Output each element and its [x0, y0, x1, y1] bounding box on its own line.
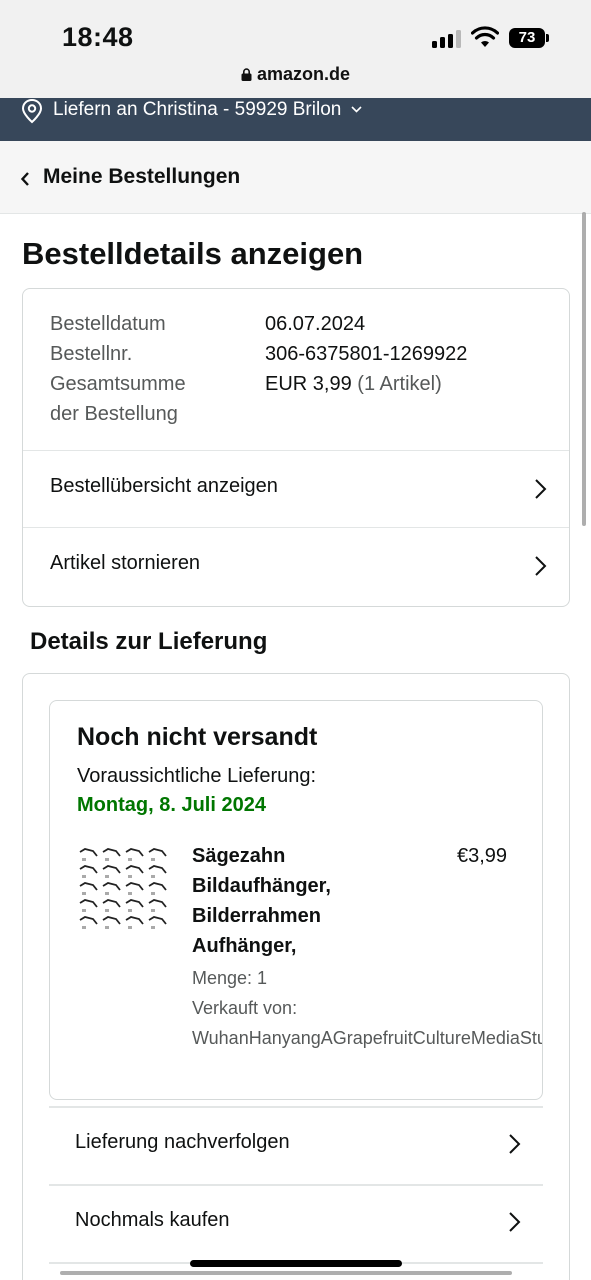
horizontal-scrollbar[interactable]: [60, 1271, 512, 1275]
product-title-line: Bilderrahmen: [192, 905, 321, 927]
chevron-right-icon: [509, 1212, 521, 1232]
signal-icon: [432, 30, 462, 48]
hanger-glyph: [125, 865, 144, 878]
delivery-section-title: Details zur Lieferung: [30, 628, 268, 655]
product-quantity: Menge: 1: [192, 968, 268, 988]
deliver-to-text: Liefern an Christina - 59929 Brilon: [53, 99, 362, 121]
vertical-scrollbar[interactable]: [582, 212, 586, 526]
view-order-summary-label: Bestellübersicht anzeigen: [50, 475, 278, 497]
product-title[interactable]: Sägezahn Bildaufhänger, Bilderrahmen Auf…: [192, 841, 422, 961]
shipment-card: Noch nicht versandt Voraussichtliche Lie…: [49, 700, 543, 1100]
hanger-glyph: [102, 899, 121, 912]
hanger-glyph: [79, 916, 98, 929]
seller-label: Verkauft von:: [192, 998, 298, 1018]
order-date-value: 06.07.2024: [265, 313, 366, 335]
order-total-items: (1 Artikel): [357, 373, 442, 395]
product-title-line: Bildaufhänger,: [192, 875, 331, 897]
product-title-line: Sägezahn: [192, 845, 286, 867]
battery-tip: [546, 34, 549, 42]
order-total-amount: EUR 3,99: [265, 373, 352, 395]
status-time: 18:48: [62, 22, 134, 52]
hanger-glyph: [102, 848, 121, 861]
hanger-glyph: [102, 882, 121, 895]
hanger-glyph: [148, 865, 167, 878]
order-total-label-1: Gesamtsumme: [50, 373, 186, 395]
lock-icon: [241, 68, 252, 81]
buy-again-link[interactable]: Nochmals kaufen: [49, 1184, 543, 1262]
url-bar[interactable]: amazon.de: [0, 64, 591, 85]
wifi-icon: [471, 26, 499, 47]
track-package-label: Lieferung nachverfolgen: [75, 1131, 290, 1153]
product-thumbnail[interactable]: [78, 847, 170, 931]
page-title: Bestelldetails anzeigen: [22, 236, 364, 271]
track-package-link[interactable]: Lieferung nachverfolgen: [49, 1106, 543, 1184]
hanger-glyph: [125, 899, 144, 912]
deliver-to-label: Liefern an Christina - 59929 Brilon: [53, 99, 342, 120]
home-indicator[interactable]: [190, 1260, 402, 1267]
breadcrumb-back[interactable]: Meine Bestellungen: [0, 141, 591, 214]
eta-label: Voraussichtliche Lieferung:: [77, 765, 317, 787]
hanger-glyph: [125, 882, 144, 895]
order-number-value: 306-6375801-1269922: [265, 343, 468, 365]
product-title-line: Aufhänger,: [192, 935, 297, 957]
product-price: €3,99: [457, 845, 508, 867]
hanger-glyph: [148, 882, 167, 895]
hanger-glyph: [148, 916, 167, 929]
order-date-label: Bestelldatum: [50, 313, 166, 335]
hanger-glyph: [102, 865, 121, 878]
buy-again-label: Nochmals kaufen: [75, 1209, 230, 1231]
hanger-glyph: [148, 899, 167, 912]
eta-date: Montag, 8. Juli 2024: [77, 794, 266, 816]
hanger-glyph: [79, 848, 98, 861]
seller-name[interactable]: WuhanHanyangAGrapefruitCultureMediaStud: [192, 1023, 542, 1053]
hanger-glyph: [125, 916, 144, 929]
hanger-glyph: [79, 865, 98, 878]
battery-icon: 73: [509, 28, 545, 48]
hanger-glyph: [148, 848, 167, 861]
chevron-right-icon: [535, 556, 547, 576]
chevron-right-icon: [535, 479, 547, 499]
url-text: amazon.de: [256, 64, 351, 84]
location-pin-icon: [21, 98, 43, 124]
shipment-status: Noch nicht versandt: [77, 723, 318, 751]
deliver-to-bar[interactable]: Liefern an Christina - 59929 Brilon: [0, 98, 591, 141]
back-label: Meine Bestellungen: [43, 165, 241, 188]
chevron-down-icon: [351, 106, 362, 113]
hanger-glyph: [79, 899, 98, 912]
delivery-card: Noch nicht versandt Voraussichtliche Lie…: [22, 673, 570, 1280]
cancel-items-link[interactable]: Artikel stornieren: [23, 527, 569, 605]
order-total-value: EUR 3,99 (1 Artikel): [265, 369, 442, 399]
order-number-label: Bestellnr.: [50, 343, 133, 365]
chevron-left-icon: [20, 172, 29, 186]
hanger-glyph: [102, 916, 121, 929]
order-summary-card: Bestelldatum 06.07.2024 Bestellnr. 306-6…: [22, 288, 570, 607]
hanger-glyph: [79, 882, 98, 895]
view-order-summary-link[interactable]: Bestellübersicht anzeigen: [23, 450, 569, 528]
cancel-items-label: Artikel stornieren: [50, 552, 201, 574]
hanger-glyph: [125, 848, 144, 861]
chevron-right-icon: [509, 1134, 521, 1154]
order-total-label-2: der Bestellung: [50, 403, 178, 425]
status-bar: 18:48 73 amazon.de: [0, 0, 591, 100]
